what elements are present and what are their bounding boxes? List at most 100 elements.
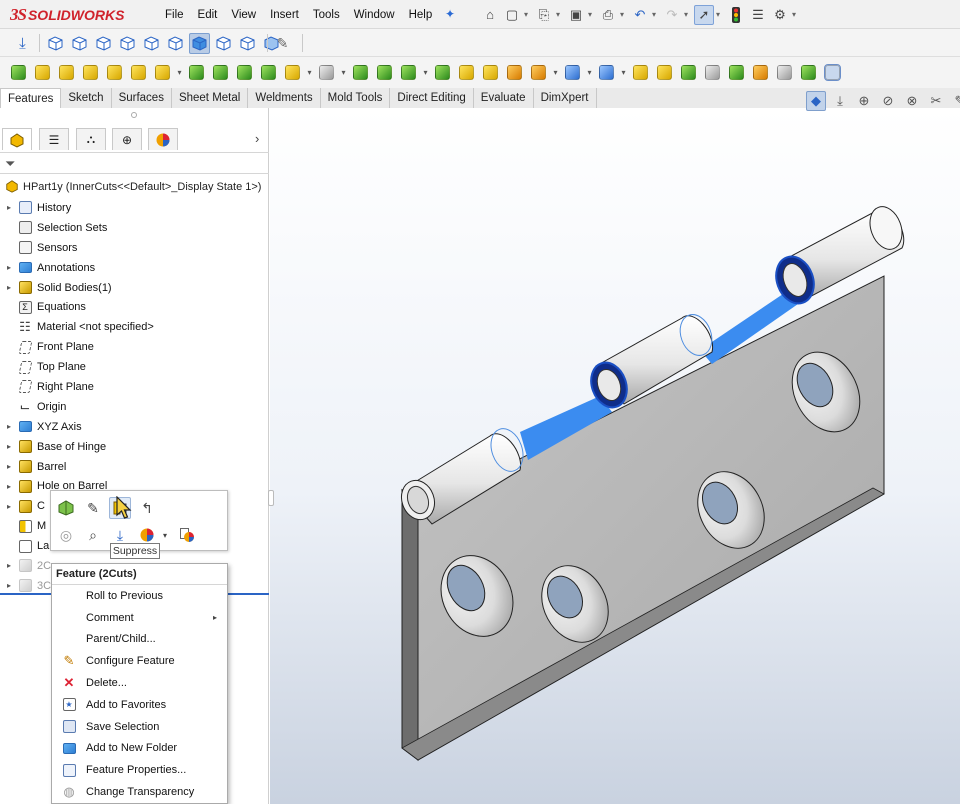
options-gear-icon[interactable]: ⚙ [770,5,790,25]
manager-tabs-more-icon[interactable]: › [255,131,259,146]
save-icon[interactable]: ▣ [566,5,586,25]
freeform-icon[interactable] [774,62,795,83]
open-dropdown-icon[interactable]: ▾ [556,10,564,19]
combine-icon[interactable] [726,62,747,83]
traffic-light-icon[interactable] [726,5,746,25]
display-manager-tab-icon[interactable] [148,128,178,150]
intersect-icon[interactable] [456,62,477,83]
instant3d-icon[interactable] [596,62,617,83]
expand-arrow-icon[interactable]: ▸ [2,502,16,511]
previous-view-icon[interactable]: ⊗ [902,91,922,111]
select-icon[interactable]: ➚ [694,4,714,25]
new-document-icon[interactable]: ▢ [502,5,522,25]
tab-direct-editing[interactable]: Direct Editing [390,88,474,108]
menu-window[interactable]: Window [347,9,402,21]
fillet-icon[interactable] [282,62,303,83]
edit-sketch-icon[interactable]: ✎ [82,497,104,519]
toolbar-dropdown-icon[interactable]: ▾ [620,62,627,83]
tree-item-barrel[interactable]: ▸ Barrel [0,457,269,477]
tab-sketch[interactable]: Sketch [61,88,112,108]
expand-arrow-icon[interactable]: ▸ [2,283,16,292]
tab-weldments[interactable]: Weldments [248,88,321,108]
split-icon[interactable] [702,62,723,83]
zoom-to-fit-icon[interactable]: ⊕ [854,91,874,111]
appearance-callout-icon[interactable] [176,524,198,546]
revolved-boss-icon[interactable] [32,62,53,83]
print-dropdown-icon[interactable]: ▾ [620,10,628,19]
panel-splitter-handle[interactable] [268,490,274,506]
tree-root[interactable]: HPart1y (InnerCuts<<Default>_Display Sta… [0,178,269,196]
boundary-cut-icon[interactable] [258,62,279,83]
dimxpert-manager-tab-icon[interactable]: ⊕ [112,128,142,150]
graphics-area[interactable] [270,108,960,804]
view-bottom-icon[interactable] [165,33,186,54]
tree-item-top-plane[interactable]: Top Plane [0,357,269,377]
swept-boss-icon[interactable] [56,62,77,83]
expand-arrow-icon[interactable]: ▸ [2,462,16,471]
flex-icon[interactable] [678,62,699,83]
move-face-icon[interactable] [654,62,675,83]
undo-dropdown-icon[interactable]: ▾ [652,10,660,19]
tree-item-equations[interactable]: Σ Equations [0,297,269,317]
measure-icon[interactable]: ✎ [272,33,293,54]
dome-icon[interactable] [504,62,525,83]
expand-arrow-icon[interactable]: ▸ [2,561,16,570]
shell-icon[interactable] [398,62,419,83]
lofted-boss-icon[interactable] [80,62,101,83]
tab-surfaces[interactable]: Surfaces [112,88,172,108]
tree-item-annotations[interactable]: ▸ Annotations [0,258,269,278]
indent-icon[interactable] [750,62,771,83]
view-top-icon[interactable] [141,33,162,54]
tree-item-selection-sets[interactable]: Selection Sets [0,218,269,238]
pin-icon[interactable]: ✦ [445,8,457,20]
redo-icon[interactable]: ↷ [662,5,682,25]
view-back-icon[interactable] [69,33,90,54]
view-trimetric-icon[interactable] [213,33,234,54]
expand-arrow-icon[interactable]: ▸ [2,482,16,491]
reference-geometry-icon[interactable] [528,62,549,83]
tree-item-history[interactable]: ▸ History [0,198,269,218]
tab-evaluate[interactable]: Evaluate [474,88,534,108]
barrel-segment-3[interactable] [770,202,908,309]
revolved-cut-icon[interactable] [186,62,207,83]
view-right-icon[interactable] [117,33,138,54]
expand-arrow-icon[interactable]: ▸ [2,581,16,590]
toolbar-dropdown-icon[interactable]: ▾ [306,62,313,83]
rapid-sketch-icon[interactable] [630,62,651,83]
selected-tool-icon[interactable] [822,62,843,83]
menu-item-change-transparency[interactable]: ◍ Change Transparency [52,781,227,803]
lofted-cut-icon[interactable] [234,62,255,83]
tree-item-sensors[interactable]: Sensors [0,238,269,258]
rib-icon[interactable] [350,62,371,83]
view-front-icon[interactable] [45,33,66,54]
menu-item-add-to-favorites[interactable]: ★ Add to Favorites [52,694,227,716]
tree-item-xyz-axis[interactable]: ▸ XYZ Axis [0,417,269,437]
redo-dropdown-icon[interactable]: ▾ [684,10,692,19]
swept-cut-icon[interactable] [210,62,231,83]
tab-sheet-metal[interactable]: Sheet Metal [172,88,249,108]
view-isometric-icon[interactable] [189,32,210,54]
menu-help[interactable]: Help [402,9,440,21]
menu-item-comment[interactable]: Comment ▸ [52,607,227,629]
menu-insert[interactable]: Insert [263,9,306,21]
home-icon[interactable]: ⌂ [480,5,500,25]
draft-icon[interactable] [374,62,395,83]
menu-item-roll-to-previous[interactable]: Roll to Previous [52,585,227,607]
undo-icon[interactable]: ↶ [630,5,650,25]
edit-feature-icon[interactable] [55,497,77,519]
solidworks-logo[interactable]: 3S SOLIDWORKS [10,4,124,26]
rollback-icon[interactable]: ↰ [136,497,158,519]
menu-item-delete[interactable]: ✕ Delete... [52,672,227,694]
tab-mold-tools[interactable]: Mold Tools [321,88,391,108]
print-icon[interactable]: ⎙ [598,5,618,25]
tab-dimxpert[interactable]: DimXpert [534,88,597,108]
zoom-to-area-icon[interactable]: ⊘ [878,91,898,111]
expand-arrow-icon[interactable]: ▸ [2,263,16,272]
zoom-to-selection-icon[interactable]: ⌕ [82,524,104,546]
toolbar-dropdown-icon[interactable]: ▾ [176,62,183,83]
save-dropdown-icon[interactable]: ▾ [588,10,596,19]
hinge-model[interactable] [270,108,960,804]
menu-item-parent-child[interactable]: Parent/Child... [52,629,227,651]
menu-tools[interactable]: Tools [306,9,347,21]
appearance-dropdown-icon[interactable]: ▾ [163,531,171,540]
